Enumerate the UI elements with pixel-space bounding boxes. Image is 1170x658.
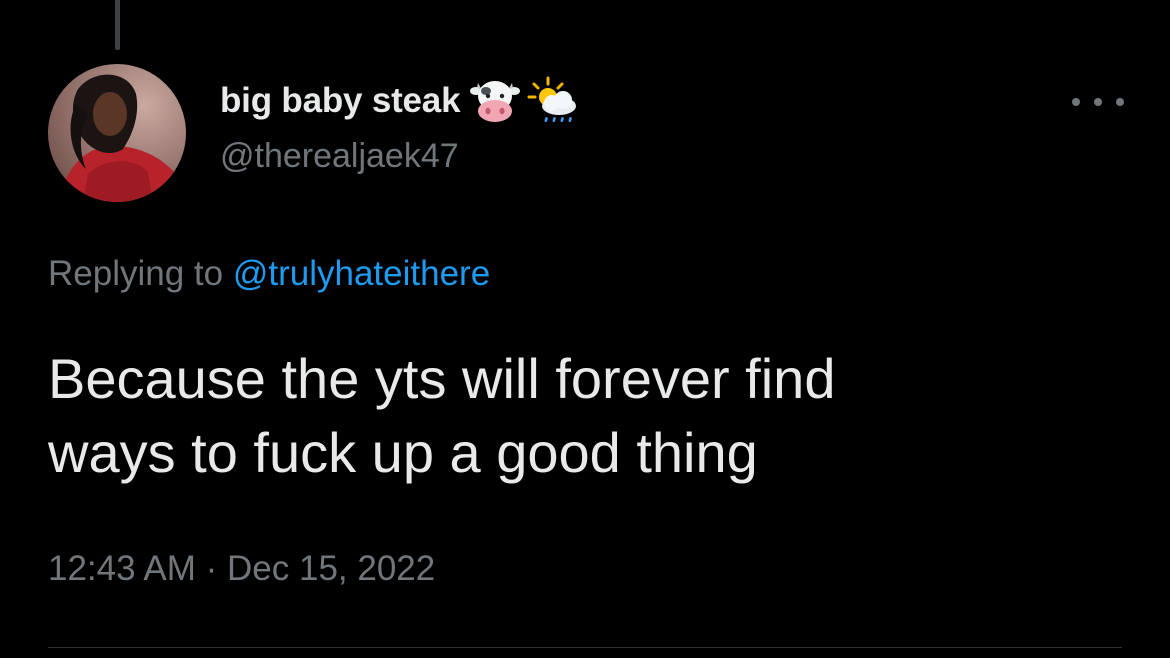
username-handle[interactable]: @therealjaek47 (220, 137, 459, 176)
tweet-text-line: ways to fuck up a good thing (48, 421, 758, 484)
thread-connector-line (115, 0, 120, 50)
divider (48, 647, 1122, 648)
avatar[interactable] (48, 64, 186, 202)
tweet-text: Because the yts will forever find ways t… (48, 342, 1128, 490)
replying-to-label: Replying to (48, 254, 224, 293)
tweet-time: 12:43 AM (48, 549, 196, 588)
replying-to-row: Replying to @trulyhateithere (48, 254, 490, 294)
replying-to-mention-link[interactable]: @trulyhateithere (233, 254, 490, 293)
author-name-row: big baby steak (220, 72, 582, 130)
timestamp-separator: · (205, 549, 218, 588)
display-name[interactable]: big baby steak (220, 81, 461, 121)
more-horizontal-icon (1072, 98, 1080, 106)
cow-face-emoji (470, 78, 521, 124)
more-horizontal-icon (1116, 98, 1124, 106)
tweet-date: Dec 15, 2022 (227, 549, 436, 588)
more-horizontal-icon (1094, 98, 1102, 106)
tweet-text-line: Because the yts will forever find (48, 347, 836, 410)
more-options-button[interactable] (1072, 86, 1124, 118)
tweet-timestamp[interactable]: 12:43 AM · Dec 15, 2022 (48, 549, 435, 589)
sun-behind-rain-cloud-emoji (526, 76, 582, 126)
